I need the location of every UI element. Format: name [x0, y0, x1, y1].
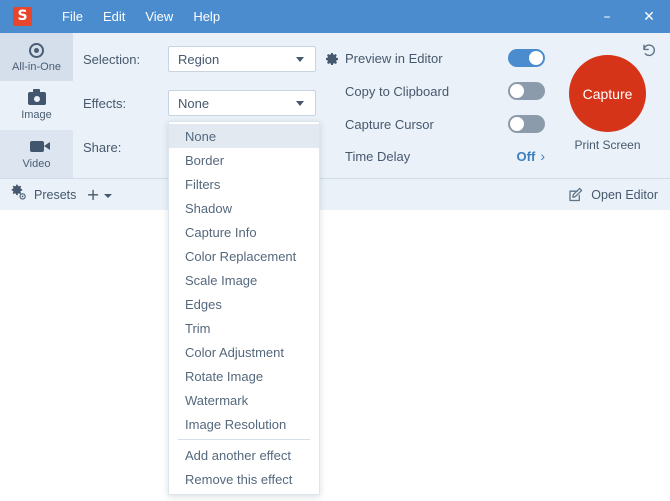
- effects-row: Effects: None: [73, 85, 316, 121]
- chevron-down-icon: [103, 194, 112, 198]
- bottom-bar: Presets + Open Editor: [0, 178, 670, 210]
- sidebar-item-video[interactable]: Video: [0, 129, 73, 178]
- share-label: Share:: [83, 139, 122, 155]
- title-bar: S File Edit View Help – ✕: [0, 0, 670, 33]
- menu-option-image-resolution[interactable]: Image Resolution: [169, 412, 319, 436]
- window-controls: – ✕: [586, 0, 670, 33]
- preview-in-editor-row: Preview in Editor: [345, 43, 545, 73]
- capture-column: Capture Print Screen: [555, 33, 670, 178]
- sidebar-item-all-in-one-label: All-in-One: [12, 61, 61, 74]
- plus-icon: +: [86, 184, 100, 204]
- selection-label: Selection:: [83, 51, 141, 67]
- mode-sidebar: All-in-One Image Video: [0, 33, 73, 178]
- capture-cursor-row: Capture Cursor: [345, 109, 545, 139]
- presets-label: Presets: [34, 187, 77, 202]
- menu-option-border[interactable]: Border: [169, 148, 319, 172]
- logo-letter: S: [17, 8, 28, 24]
- time-delay-value-button[interactable]: Off ›: [517, 148, 545, 164]
- presets-gear-icon: [10, 184, 27, 206]
- time-delay-label: Time Delay: [345, 148, 411, 164]
- menu-edit[interactable]: Edit: [93, 5, 135, 29]
- selection-row: Selection: Region: [73, 41, 340, 77]
- capture-cursor-label: Capture Cursor: [345, 116, 434, 132]
- time-delay-value: Off: [516, 148, 536, 164]
- chevron-down-icon: [296, 56, 304, 62]
- capture-button[interactable]: Capture: [569, 55, 646, 132]
- open-editor-label: Open Editor: [591, 187, 658, 202]
- minimize-button[interactable]: –: [586, 0, 628, 33]
- snagit-logo-icon: S: [13, 7, 32, 26]
- menu-view[interactable]: View: [135, 5, 183, 29]
- selection-value: Region: [178, 51, 220, 67]
- menu-option-trim[interactable]: Trim: [169, 316, 319, 340]
- capture-cursor-toggle[interactable]: [508, 115, 545, 133]
- options-column: Preview in Editor Copy to Clipboard Capt…: [335, 33, 555, 178]
- main-panel: All-in-One Image Video Selection: Region: [0, 33, 670, 178]
- sidebar-item-video-label: Video: [22, 157, 51, 170]
- copy-to-clipboard-label: Copy to Clipboard: [345, 83, 450, 99]
- menu-option-color-adjustment[interactable]: Color Adjustment: [169, 340, 319, 364]
- menu-option-watermark[interactable]: Watermark: [169, 388, 319, 412]
- time-delay-row[interactable]: Time Delay Off ›: [345, 141, 545, 171]
- menu-option-none[interactable]: None: [169, 124, 319, 148]
- open-editor-button[interactable]: Open Editor: [568, 187, 658, 203]
- effects-value: None: [178, 95, 210, 111]
- video-camera-icon: [29, 138, 50, 156]
- effects-label: Effects:: [83, 95, 127, 111]
- all-in-one-icon: [29, 41, 44, 59]
- menu-option-filters[interactable]: Filters: [169, 172, 319, 196]
- effects-dropdown-menu: None Border Filters Shadow Capture Info …: [168, 121, 320, 495]
- menu-bar: File Edit View Help: [52, 0, 230, 33]
- menu-option-shadow[interactable]: Shadow: [169, 196, 319, 220]
- menu-option-rotate-image[interactable]: Rotate Image: [169, 364, 319, 388]
- preview-in-editor-label: Preview in Editor: [345, 50, 443, 66]
- copy-to-clipboard-toggle[interactable]: [508, 82, 545, 100]
- sidebar-item-all-in-one[interactable]: All-in-One: [0, 33, 73, 82]
- menu-file[interactable]: File: [52, 5, 93, 29]
- camera-icon: [27, 88, 46, 107]
- copy-to-clipboard-row: Copy to Clipboard: [345, 76, 545, 106]
- menu-option-scale-image[interactable]: Scale Image: [169, 268, 319, 292]
- presets-group[interactable]: Presets: [0, 184, 76, 206]
- menu-help[interactable]: Help: [183, 5, 230, 29]
- menu-separator: [178, 439, 310, 440]
- close-button[interactable]: ✕: [628, 0, 670, 33]
- chevron-right-icon: ›: [540, 148, 545, 164]
- selection-dropdown[interactable]: Region: [168, 46, 316, 72]
- window-body: [0, 210, 670, 501]
- undo-reset-icon[interactable]: [640, 41, 658, 59]
- effects-dropdown[interactable]: None: [168, 90, 316, 116]
- edit-pencil-icon: [568, 187, 584, 203]
- menu-action-remove-this-effect[interactable]: Remove this effect: [169, 467, 319, 491]
- menu-action-add-another-effect[interactable]: Add another effect: [169, 443, 319, 467]
- capture-shortcut-label: Print Screen: [574, 138, 641, 152]
- menu-option-capture-info[interactable]: Capture Info: [169, 220, 319, 244]
- sidebar-item-image[interactable]: Image: [0, 81, 73, 129]
- menu-option-edges[interactable]: Edges: [169, 292, 319, 316]
- capture-button-label: Capture: [582, 85, 633, 102]
- chevron-down-icon: [296, 100, 304, 106]
- sidebar-item-image-label: Image: [21, 109, 52, 122]
- add-preset-button[interactable]: +: [86, 184, 112, 204]
- menu-option-color-replacement[interactable]: Color Replacement: [169, 244, 319, 268]
- preview-in-editor-toggle[interactable]: [508, 49, 545, 67]
